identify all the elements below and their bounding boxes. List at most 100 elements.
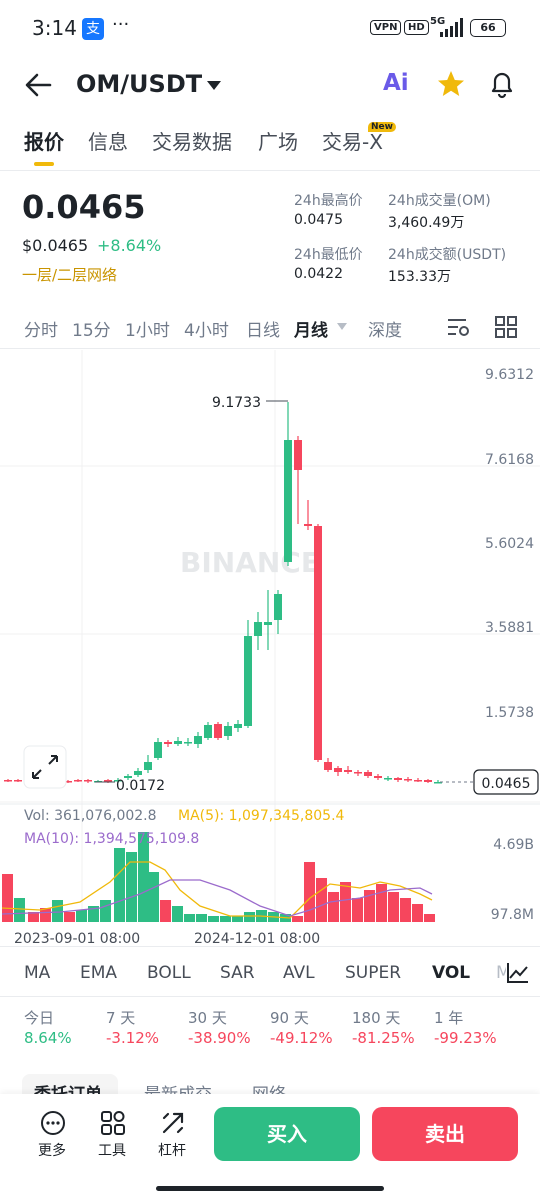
candle-body <box>214 724 222 738</box>
stat-volume-value: 3,460.49万 <box>388 215 465 231</box>
volume-bar <box>184 914 195 922</box>
indicator-chart-icon[interactable] <box>506 962 530 984</box>
perf-label-today: 今日 <box>24 1009 55 1027</box>
perf-value-30d: -38.90% <box>188 1029 251 1047</box>
volume-bar <box>292 916 303 922</box>
candle-body <box>294 440 302 470</box>
new-badge: New <box>368 122 396 132</box>
timeframe-1m[interactable]: 月线 <box>294 316 328 341</box>
volume-bar <box>208 916 219 922</box>
last-price: 0.0465 <box>22 188 146 226</box>
current-price-label: 0.0465 <box>482 776 531 792</box>
network-tag[interactable]: 一层/二层网络 <box>22 264 117 285</box>
binance-watermark: BINANCE <box>180 546 320 579</box>
status-time: 3:14 <box>32 16 77 40</box>
tools-label[interactable]: 工具 <box>98 1140 126 1160</box>
layout-grid-icon[interactable] <box>494 315 518 339</box>
y-tick: 1.5738 <box>485 705 534 721</box>
volume-bar <box>160 900 171 922</box>
perf-label-30d: 30 天 <box>188 1009 227 1027</box>
high-price-label: 9.1733 <box>212 395 261 411</box>
y-tick: 3.5881 <box>485 620 534 636</box>
battery-indicator: 66 <box>470 19 506 37</box>
favorite-star-icon[interactable] <box>436 69 466 99</box>
candle-body <box>194 736 202 744</box>
indicator-vol[interactable]: VOL <box>432 963 470 983</box>
ma5-readout: MA(5): 1,097,345,805.4 <box>178 808 345 824</box>
timeframe-15m[interactable]: 15分 <box>72 316 111 341</box>
more-icon[interactable] <box>40 1110 66 1136</box>
volume-bar <box>328 892 339 922</box>
leverage-icon[interactable] <box>160 1110 186 1136</box>
back-arrow-icon[interactable] <box>24 72 52 98</box>
divider <box>0 996 540 997</box>
pair-dropdown-icon[interactable] <box>206 79 222 91</box>
vol-tick-low: 97.8M <box>491 907 534 923</box>
indicator-ma[interactable]: MA <box>24 963 50 983</box>
candle-body <box>244 636 252 726</box>
active-tab-indicator <box>34 162 54 166</box>
indicator-boll[interactable]: BOLL <box>147 963 191 983</box>
pair-title[interactable]: OM/USDT <box>76 70 202 98</box>
timeframe-1h[interactable]: 1小时 <box>125 316 170 341</box>
perf-label-180d: 180 天 <box>352 1009 401 1027</box>
candle-body <box>154 742 162 758</box>
perf-value-1y: -99.23% <box>434 1029 497 1047</box>
timeframe-4h[interactable]: 4小时 <box>184 316 229 341</box>
candle-body <box>414 780 422 782</box>
candle-body <box>324 762 332 770</box>
bottom-nav: 更多 工具 杠杆 买入 卖出 <box>0 1094 540 1200</box>
perf-value-180d: -81.25% <box>352 1029 415 1047</box>
vpn-badge: VPN <box>370 20 402 35</box>
volume-bar <box>424 914 435 922</box>
header: OM/USDT Ai <box>0 58 540 114</box>
more-label[interactable]: 更多 <box>38 1140 66 1160</box>
tab-quote[interactable]: 报价 <box>24 126 64 155</box>
timeframe-line[interactable]: 分时 <box>24 316 58 341</box>
tab-square[interactable]: 广场 <box>258 126 298 155</box>
indicator-super[interactable]: SUPER <box>345 963 401 983</box>
indicator-sar[interactable]: SAR <box>220 963 255 983</box>
signal-icon <box>440 18 463 37</box>
hd-badge: HD <box>404 20 429 35</box>
candle-body <box>284 440 292 562</box>
chart-settings-icon[interactable] <box>446 315 472 339</box>
timeframe-1d[interactable]: 日线 <box>246 316 280 341</box>
tab-trading-data[interactable]: 交易数据 <box>152 126 232 155</box>
bell-icon[interactable] <box>488 69 516 99</box>
volume-bar <box>388 892 399 922</box>
tools-icon[interactable] <box>100 1110 126 1136</box>
tab-info[interactable]: 信息 <box>88 126 128 155</box>
sell-button[interactable]: 卖出 <box>372 1107 518 1161</box>
timeframe-depth[interactable]: 深度 <box>368 316 402 341</box>
stat-high-value: 0.0475 <box>294 212 343 228</box>
leverage-label[interactable]: 杠杆 <box>158 1140 186 1160</box>
volume-bar <box>352 898 363 922</box>
candle-body <box>334 768 342 772</box>
volume-bar <box>340 882 351 922</box>
stat-low-label: 24h最低价 <box>294 247 363 263</box>
volume-bar <box>100 900 111 922</box>
timeframe-dropdown-icon[interactable] <box>336 322 348 331</box>
indicator-ema[interactable]: EMA <box>80 963 117 983</box>
candle-body <box>424 780 432 782</box>
candle-body <box>134 771 142 775</box>
divider <box>0 348 540 349</box>
buy-button[interactable]: 买入 <box>214 1107 360 1161</box>
candle-body <box>264 622 272 625</box>
candlestick-chart[interactable]: BINANCE 9.6312 7.6168 5.6024 3.5881 1.57… <box>0 350 540 950</box>
candle-body <box>4 780 12 782</box>
indicator-avl[interactable]: AVL <box>283 963 315 983</box>
volume-bar <box>2 874 13 922</box>
perf-value-90d: -49.12% <box>270 1029 333 1047</box>
status-bar: 3:14 支 ··· VPN HD 5G 66 <box>0 0 540 58</box>
expand-chart-button[interactable] <box>23 745 67 789</box>
ai-icon[interactable]: Ai <box>383 70 409 96</box>
volume-bar <box>64 912 75 922</box>
candle-body <box>174 741 182 744</box>
candle-body <box>384 778 392 780</box>
perf-value-7d: -3.12% <box>106 1029 160 1047</box>
perf-label-1y: 1 年 <box>434 1009 464 1027</box>
candle-body <box>374 776 382 778</box>
volume-bar <box>316 878 327 922</box>
